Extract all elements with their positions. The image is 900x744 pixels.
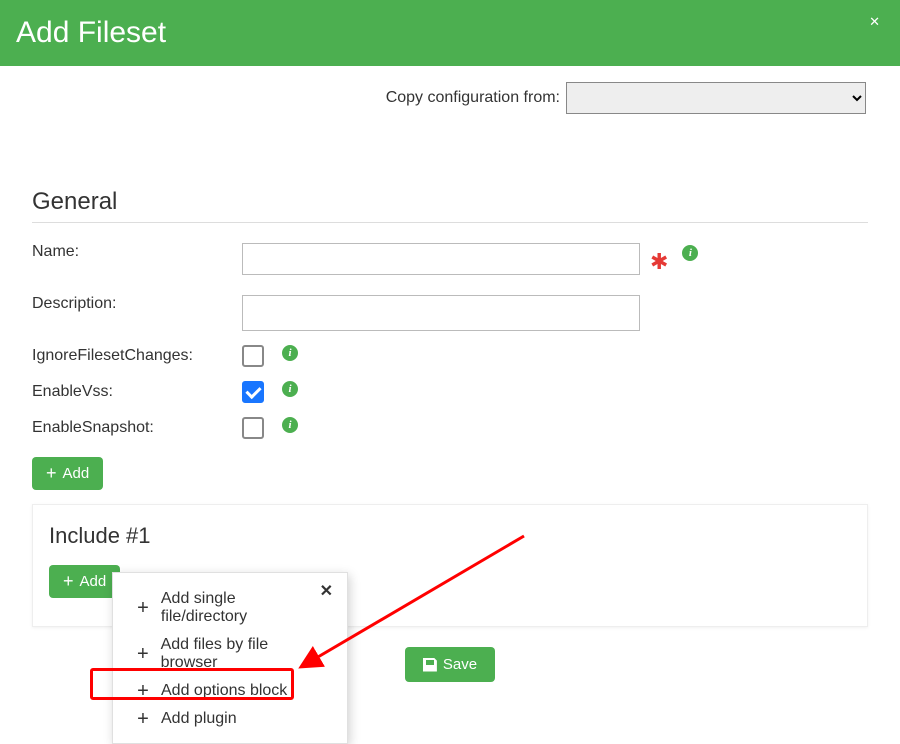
dialog-title: Add Fileset xyxy=(16,16,166,50)
info-icon[interactable]: i xyxy=(682,245,698,261)
add-general-label: Add xyxy=(63,465,90,482)
menu-add-browser-label: Add files by file browser xyxy=(161,636,325,672)
enable-vss-label: EnableVss: xyxy=(32,383,242,401)
add-include-label: Add xyxy=(80,573,107,590)
row-enable-snapshot: EnableSnapshot: i xyxy=(32,417,868,439)
name-input[interactable] xyxy=(242,243,640,275)
ignore-changes-label: IgnoreFilesetChanges: xyxy=(32,347,242,365)
menu-add-browser[interactable]: + Add files by file browser xyxy=(113,631,347,677)
close-icon[interactable]: ✕ xyxy=(869,14,880,30)
add-include-button[interactable]: + Add xyxy=(49,565,120,598)
copy-config-select[interactable] xyxy=(566,82,866,114)
save-icon xyxy=(423,658,437,672)
ignore-changes-checkbox[interactable] xyxy=(242,345,264,367)
section-general-title: General xyxy=(32,188,868,223)
menu-add-single[interactable]: + Add single file/directory xyxy=(113,585,347,631)
add-include-menu: ✕ + Add single file/directory + Add file… xyxy=(112,572,348,744)
info-icon[interactable]: i xyxy=(282,345,298,361)
row-description: Description: xyxy=(32,295,868,331)
enable-snapshot-checkbox[interactable] xyxy=(242,417,264,439)
include-title: Include #1 xyxy=(49,523,851,549)
dialog-header: Add Fileset ✕ xyxy=(0,0,900,66)
enable-snapshot-label: EnableSnapshot: xyxy=(32,419,242,437)
menu-add-plugin-label: Add plugin xyxy=(161,710,237,728)
add-include-menu-list: + Add single file/directory + Add files … xyxy=(113,573,347,743)
menu-add-single-label: Add single file/directory xyxy=(161,590,325,626)
description-input[interactable] xyxy=(242,295,640,331)
copy-config-row: Copy configuration from: xyxy=(0,66,900,114)
required-icon: ✱ xyxy=(650,249,668,275)
row-enable-vss: EnableVss: i xyxy=(32,381,868,403)
menu-add-options[interactable]: + Add options block xyxy=(113,677,347,705)
info-icon[interactable]: i xyxy=(282,417,298,433)
name-label: Name: xyxy=(32,243,242,261)
save-label: Save xyxy=(443,656,477,673)
row-name: Name: ✱ i xyxy=(32,243,868,275)
description-label: Description: xyxy=(32,295,242,313)
row-ignore-changes: IgnoreFilesetChanges: i xyxy=(32,345,868,367)
add-general-button[interactable]: + Add xyxy=(32,457,103,490)
save-button[interactable]: Save xyxy=(405,647,495,682)
menu-add-plugin[interactable]: + Add plugin xyxy=(113,705,347,733)
enable-vss-checkbox[interactable] xyxy=(242,381,264,403)
close-icon[interactable]: ✕ xyxy=(320,581,333,601)
info-icon[interactable]: i xyxy=(282,381,298,397)
menu-add-options-label: Add options block xyxy=(161,682,287,700)
copy-config-label: Copy configuration from: xyxy=(386,89,560,107)
